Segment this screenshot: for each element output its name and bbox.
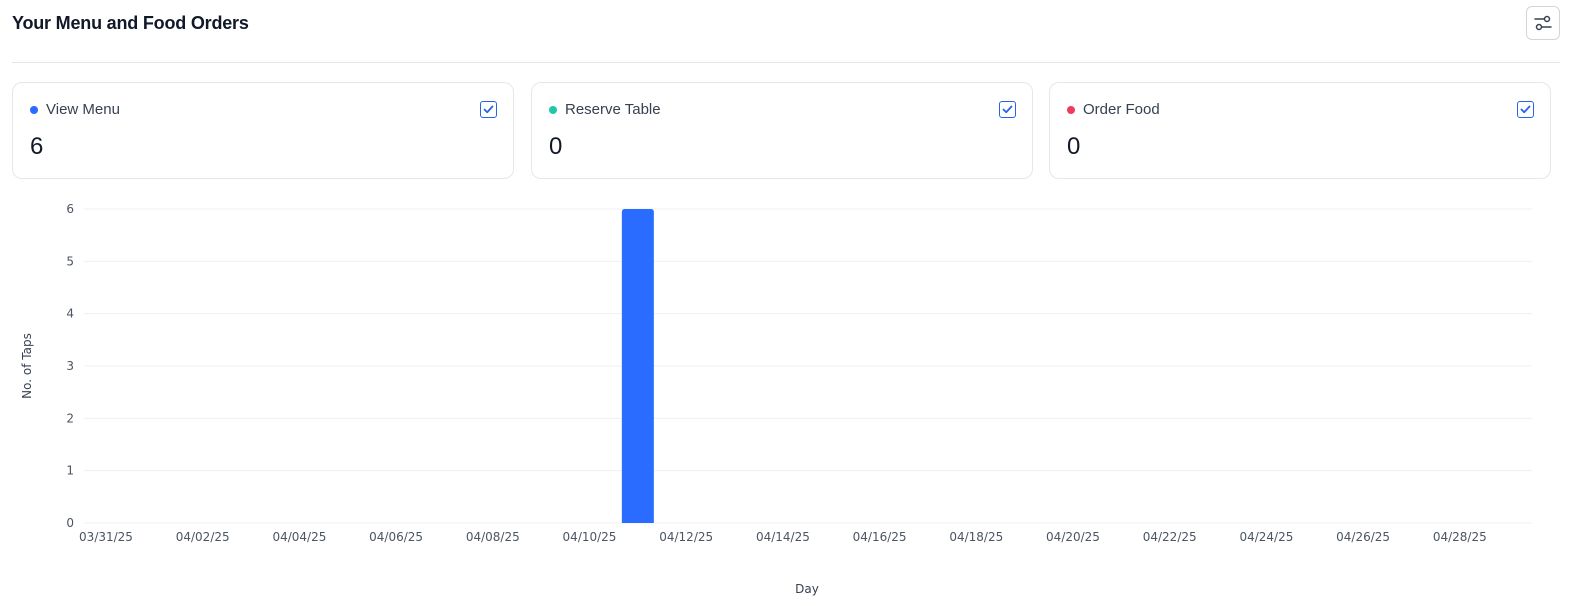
taps-bar-chart: 0 1 2 3 4 5 6 03/31/25 04/02/25 04/04/25 04/06/25… <box>20 202 1532 596</box>
metric-cards: View Menu 6 Reserve Table 0 Order Food 0 <box>12 82 1552 179</box>
y-axis-label: No. of Taps <box>20 333 34 399</box>
x-tick-label: 03/31/25 <box>79 530 133 544</box>
x-tick-label: 04/26/25 <box>1336 530 1390 544</box>
x-tick-label: 04/18/25 <box>949 530 1003 544</box>
x-tick-label: 04/08/25 <box>466 530 520 544</box>
legend-dot <box>30 106 38 114</box>
x-tick-label: 04/22/25 <box>1143 530 1197 544</box>
card-value: 6 <box>30 133 44 160</box>
filter-button[interactable] <box>1526 6 1560 40</box>
y-tick-label: 2 <box>66 411 74 425</box>
card-value: 0 <box>549 133 563 160</box>
card-label: View Menu <box>46 101 120 118</box>
y-tick-label: 0 <box>66 516 74 530</box>
card-label: Reserve Table <box>565 101 661 118</box>
check-icon <box>483 105 494 114</box>
x-tick-label: 04/20/25 <box>1046 530 1100 544</box>
header: Your Menu and Food Orders <box>12 0 1560 63</box>
legend-dot <box>549 106 557 114</box>
card-order-food: Order Food 0 <box>1049 82 1551 179</box>
y-tick-label: 1 <box>66 464 74 478</box>
page-title: Your Menu and Food Orders <box>12 13 249 33</box>
y-tick-label: 4 <box>66 307 74 321</box>
legend-dot <box>1067 106 1075 114</box>
y-tick-label: 3 <box>66 359 74 373</box>
card-value: 0 <box>1067 133 1081 160</box>
x-tick-label: 04/06/25 <box>369 530 423 544</box>
y-tick-label: 6 <box>66 202 74 216</box>
x-axis-label: Day <box>795 582 819 596</box>
check-icon <box>1520 105 1531 114</box>
x-tick-label: 04/04/25 <box>272 530 326 544</box>
sliders-icon <box>1534 15 1552 31</box>
checkbox[interactable] <box>1517 101 1534 118</box>
grid-lines <box>84 208 1532 524</box>
x-tick-label: 04/28/25 <box>1433 530 1487 544</box>
card-reserve-table: Reserve Table 0 <box>531 82 1033 179</box>
checkbox[interactable] <box>999 101 1016 118</box>
x-tick-label: 04/10/25 <box>563 530 617 544</box>
x-tick-label: 04/12/25 <box>659 530 713 544</box>
x-tick-label: 04/16/25 <box>853 530 907 544</box>
y-axis-ticks: 0 1 2 3 4 5 6 <box>66 202 74 530</box>
x-tick-label: 04/02/25 <box>176 530 230 544</box>
check-icon <box>1002 105 1013 114</box>
x-tick-label: 04/24/25 <box>1239 530 1293 544</box>
card-label: Order Food <box>1083 101 1160 118</box>
x-axis-ticks: 03/31/25 04/02/25 04/04/25 04/06/25 04/08/25… <box>79 530 1487 544</box>
card-view-menu: View Menu 6 <box>12 82 514 179</box>
bar-view-menu[interactable] <box>621 209 654 523</box>
x-tick-label: 04/14/25 <box>756 530 810 544</box>
bars <box>621 209 654 523</box>
checkbox[interactable] <box>480 101 497 118</box>
y-tick-label: 5 <box>66 254 74 268</box>
